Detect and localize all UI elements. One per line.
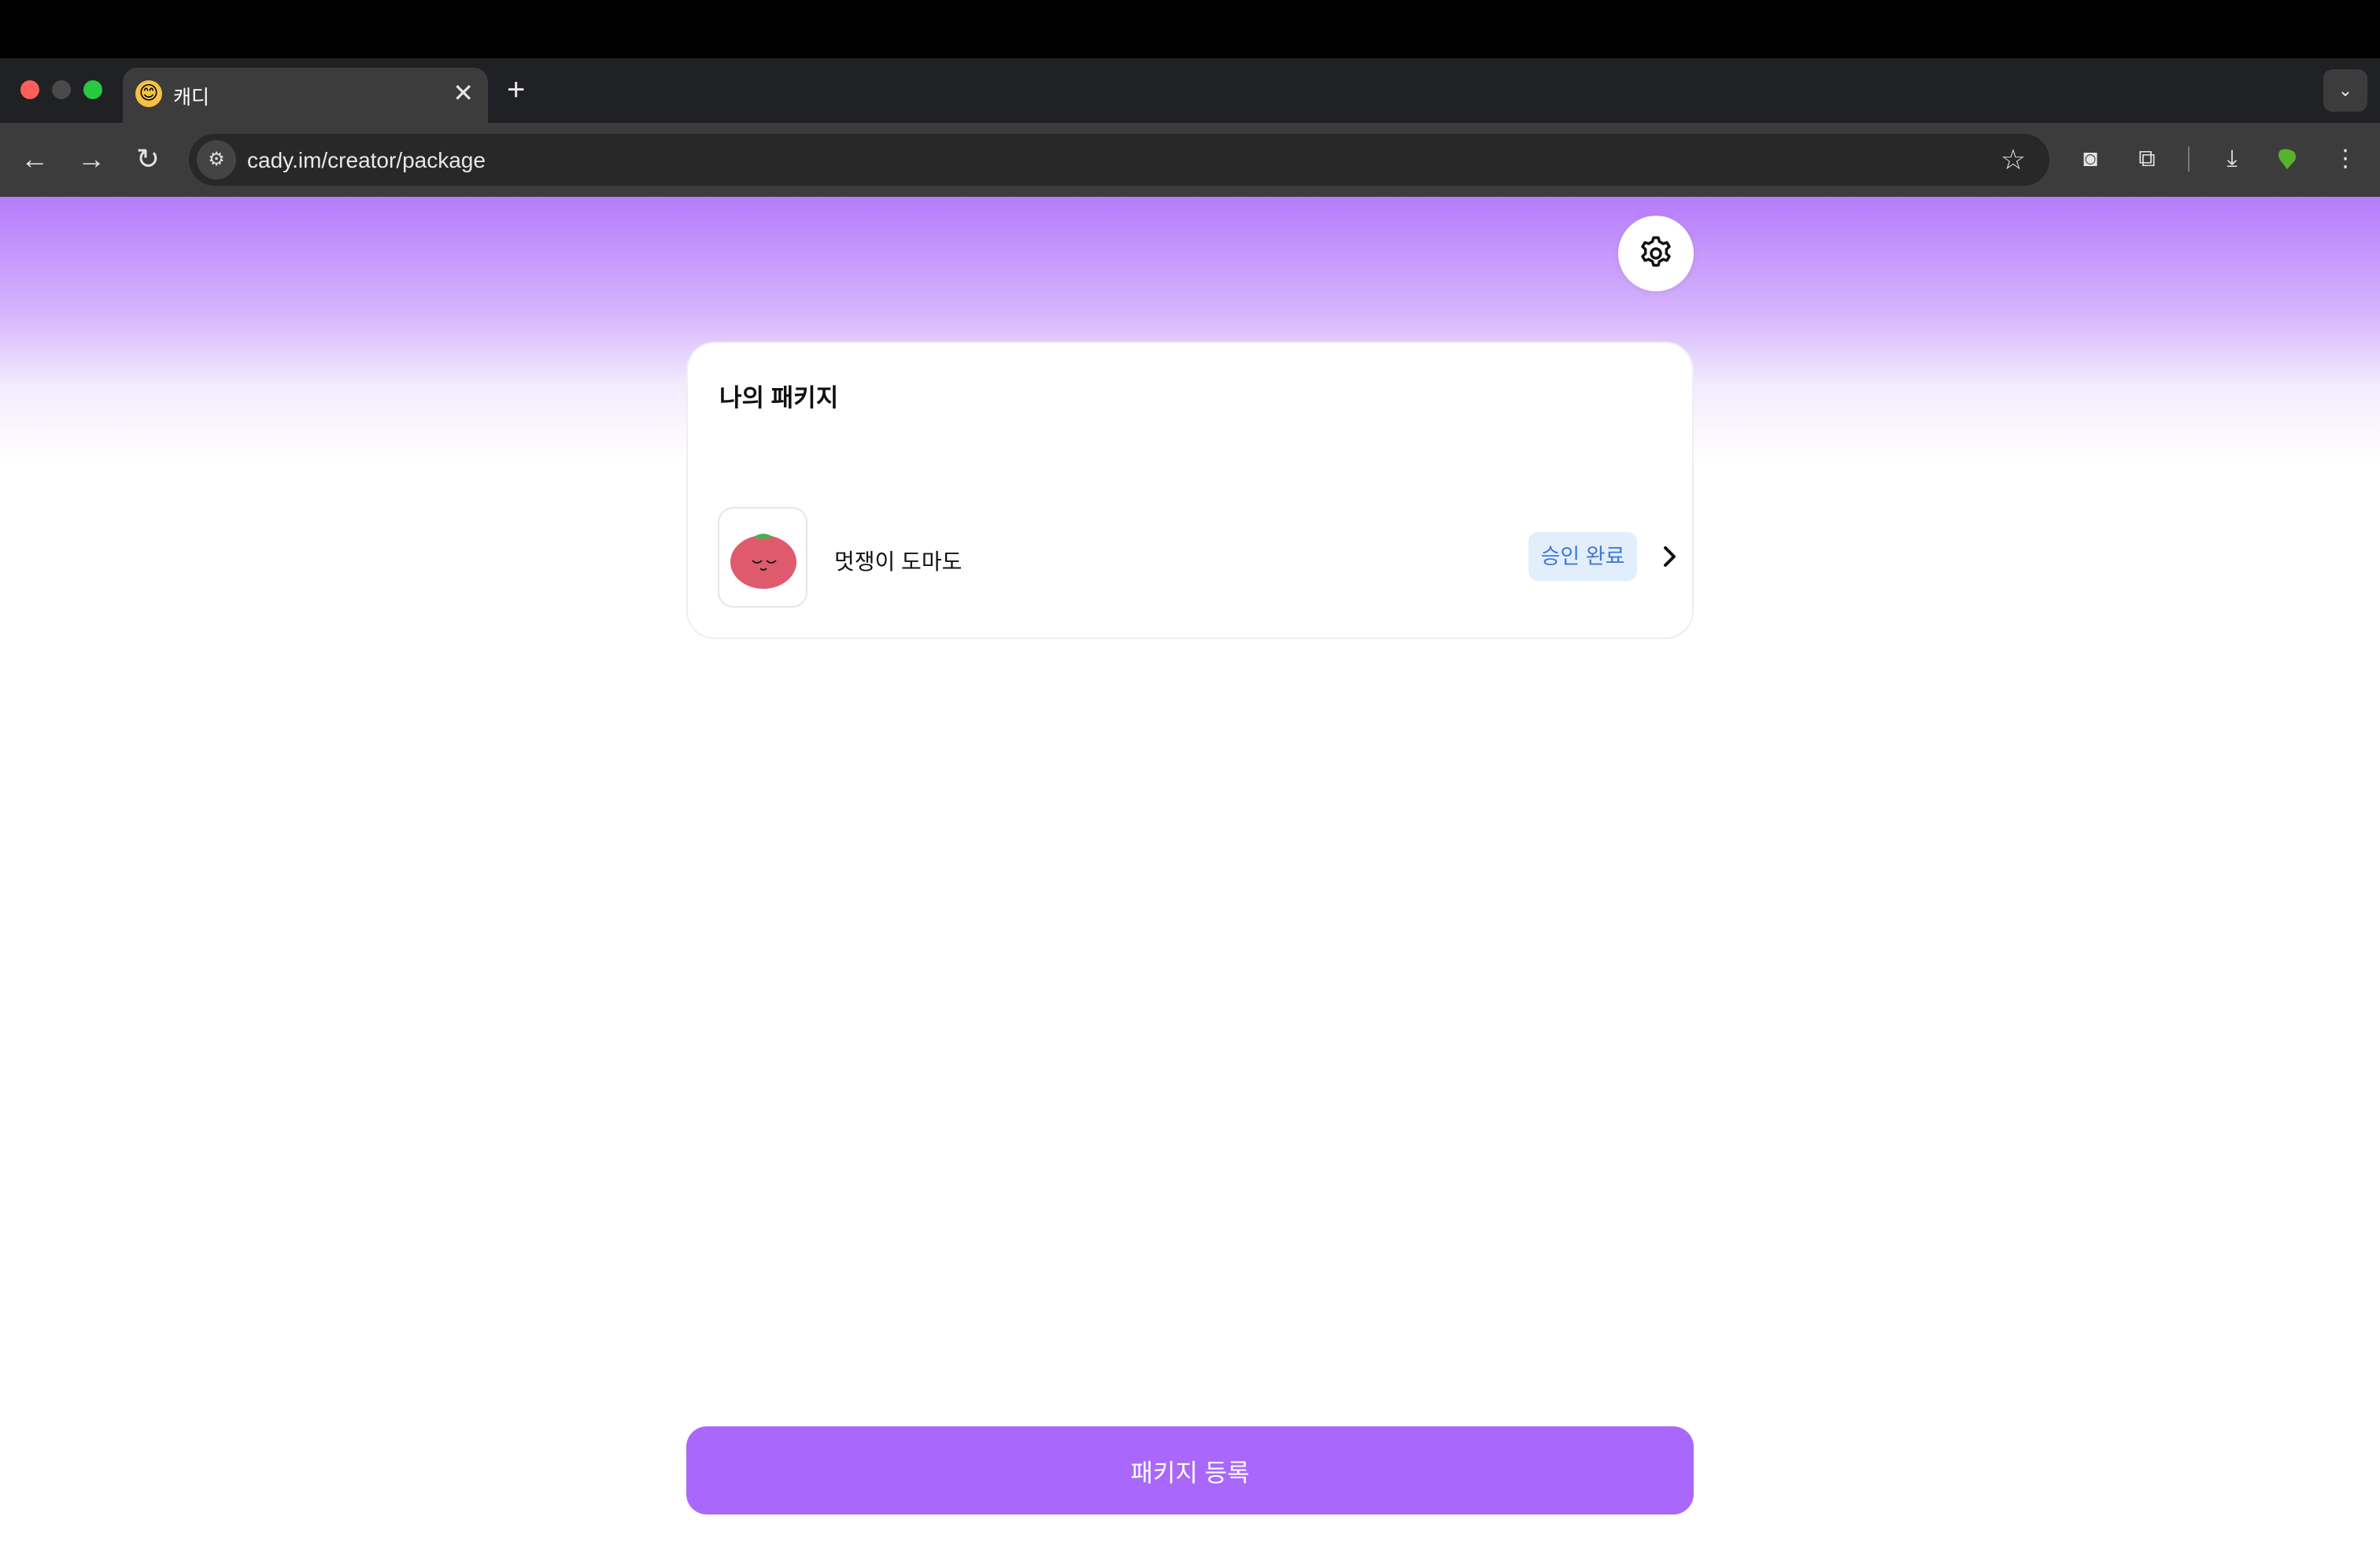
download-icon[interactable]: ⤓ — [2213, 140, 2251, 178]
maximize-window-button[interactable] — [83, 80, 102, 99]
package-row[interactable]: 멋쟁이 도마도 승인 완료 — [718, 507, 1676, 609]
status-badge: 승인 완료 — [1528, 532, 1637, 581]
tab-search-chevron-icon[interactable]: ⌄ — [2323, 69, 2367, 112]
tab-close-icon[interactable]: ✕ — [453, 77, 474, 109]
camera-icon[interactable]: ◙ — [2071, 140, 2109, 178]
close-window-button[interactable] — [20, 80, 39, 99]
my-packages-card: 나의 패키지 멋쟁이 도마도 승인 완료 — [686, 342, 1694, 639]
card-title: 나의 패키지 — [719, 384, 839, 412]
menu-bar — [0, 0, 2380, 58]
tomato-character-icon — [730, 534, 796, 589]
profile-icon[interactable] — [2268, 140, 2306, 178]
back-icon[interactable]: ← — [16, 140, 54, 178]
extensions-icon[interactable]: ⧉ — [2128, 140, 2166, 178]
gear-icon — [1641, 236, 1671, 267]
new-tab-icon[interactable]: + — [507, 69, 525, 110]
register-package-button[interactable]: 패키지 등록 — [686, 1426, 1694, 1515]
address-bar[interactable]: ⚙ cady.im/creator/package ☆ — [189, 134, 2049, 186]
emoji-face-icon: 😊 — [135, 80, 162, 107]
package-thumbnail — [718, 507, 808, 608]
star-icon[interactable]: ☆ — [2001, 142, 2026, 178]
more-icon[interactable]: ⋮ — [2326, 140, 2364, 178]
settings-button[interactable] — [1618, 216, 1694, 291]
toolbar-separator — [2188, 146, 2190, 172]
tab-title: 캐디 — [173, 87, 210, 109]
minimize-window-button[interactable] — [52, 80, 71, 99]
chevron-right-icon[interactable] — [1654, 532, 1686, 581]
reload-icon[interactable]: ↻ — [129, 140, 167, 178]
url-text: cady.im/creator/package — [247, 148, 486, 172]
browser-toolbar: ← → ↻ ⚙ cady.im/creator/package ☆ ◙ ⧉ ⤓ … — [0, 123, 2380, 197]
site-info-icon[interactable]: ⚙ — [197, 140, 236, 179]
browser-tab[interactable]: 😊 캐디 ✕ — [123, 68, 488, 123]
package-name: 멋쟁이 도마도 — [834, 549, 963, 574]
forward-icon[interactable]: → — [72, 140, 110, 178]
